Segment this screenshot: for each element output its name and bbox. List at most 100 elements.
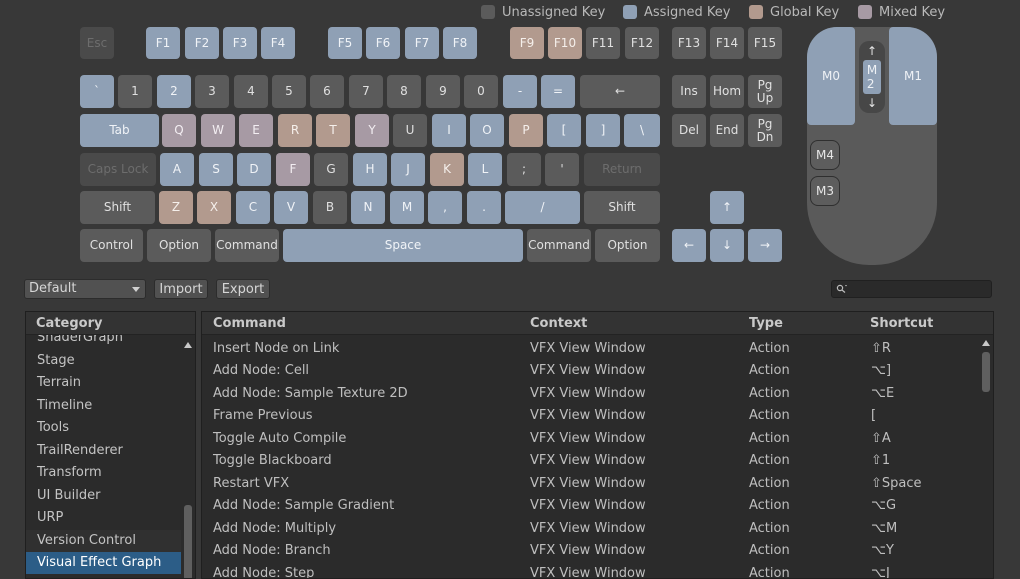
key-a[interactable]: A [160,153,194,186]
key-insert[interactable]: Ins [672,75,706,108]
key-left-shift[interactable]: Shift [80,191,155,224]
key-down-arrow[interactable]: ↓ [710,229,744,262]
scroll-up-arrow-icon[interactable] [982,340,990,346]
key-n[interactable]: N [351,191,385,224]
key-slash[interactable]: / [505,191,580,224]
mouse-button-m2[interactable]: M 2 [863,60,881,94]
category-item-stage[interactable]: Stage [26,350,181,372]
table-row[interactable]: Add Node: Cell VFX View Window Action ⌥] [202,359,959,381]
key-page-up[interactable]: Pg Up [748,75,782,108]
key-f9[interactable]: F9 [510,27,544,59]
table-row[interactable]: Add Node: Multiply VFX View Window Actio… [202,517,959,539]
key-8[interactable]: 8 [387,75,421,108]
key-g[interactable]: G [314,153,348,186]
profile-dropdown[interactable]: Default [24,279,146,299]
search-input[interactable] [850,281,988,297]
key-i[interactable]: I [432,114,466,147]
key-up-arrow[interactable]: ↑ [710,191,744,224]
key-right-bracket[interactable]: ] [586,114,620,147]
key-left-bracket[interactable]: [ [547,114,581,147]
key-w[interactable]: W [201,114,235,147]
key-space[interactable]: Space [283,229,523,262]
key-f1[interactable]: F1 [146,27,180,59]
key-f[interactable]: F [276,153,310,186]
key-7[interactable]: 7 [349,75,383,108]
key-d[interactable]: D [237,153,271,186]
mouse-button-m3[interactable]: M3 [810,176,840,206]
key-l[interactable]: L [468,153,502,186]
key-delete[interactable]: Del [672,114,706,147]
key-caps-lock[interactable]: Caps Lock [80,153,156,186]
category-item-urp[interactable]: URP [26,507,181,529]
key-q[interactable]: Q [162,114,196,147]
column-header-type[interactable]: Type [749,316,783,331]
key-f10[interactable]: F10 [548,27,582,59]
commands-scroll-thumb[interactable] [982,352,990,392]
category-item-transform[interactable]: Transform [26,462,181,484]
key-k[interactable]: K [430,153,464,186]
key-f8[interactable]: F8 [443,27,477,59]
key-right-command[interactable]: Command [527,229,591,262]
import-button[interactable]: Import [154,279,208,299]
table-row[interactable]: Restart VFX VFX View Window Action ⇧Spac… [202,472,959,494]
category-item-ui-builder[interactable]: UI Builder [26,485,181,507]
key-c[interactable]: C [236,191,270,224]
key-t[interactable]: T [316,114,350,147]
key-z[interactable]: Z [159,191,193,224]
key-f6[interactable]: F6 [366,27,400,59]
category-item-shadergraph[interactable]: ShaderGraph [26,335,181,349]
key-tab[interactable]: Tab [80,114,159,147]
table-row[interactable]: Toggle Auto Compile VFX View Window Acti… [202,427,959,449]
key-f14[interactable]: F14 [710,27,744,59]
mouse-button-m4[interactable]: M4 [810,140,840,170]
key-f2[interactable]: F2 [185,27,219,59]
key-quote[interactable]: ' [545,153,579,186]
key-backslash[interactable]: \ [624,114,660,147]
key-left-command[interactable]: Command [215,229,279,262]
key-right-arrow[interactable]: → [748,229,782,262]
key-r[interactable]: R [278,114,312,147]
key-1[interactable]: 1 [118,75,152,108]
key-backquote[interactable]: ` [80,75,114,108]
column-header-context[interactable]: Context [530,316,587,331]
column-header-shortcut[interactable]: Shortcut [870,316,933,331]
key-p[interactable]: P [509,114,543,147]
key-4[interactable]: 4 [234,75,268,108]
key-y[interactable]: Y [355,114,389,147]
key-return[interactable]: Return [584,153,660,186]
key-m[interactable]: M [390,191,424,224]
key-home[interactable]: Hom [710,75,744,108]
key-9[interactable]: 9 [426,75,460,108]
scroll-up-arrow-icon[interactable] [184,342,192,348]
mouse-button-m0[interactable]: M0 [807,27,855,125]
key-right-shift[interactable]: Shift [584,191,660,224]
table-row[interactable]: Toggle Blackboard VFX View Window Action… [202,449,959,471]
key-x[interactable]: X [197,191,231,224]
table-row[interactable]: Frame Previous VFX View Window Action [ [202,404,959,426]
key-b[interactable]: B [313,191,347,224]
key-h[interactable]: H [353,153,387,186]
category-item-version-control[interactable]: Version Control [26,530,181,552]
category-item-trailrenderer[interactable]: TrailRenderer [26,440,181,462]
key-comma[interactable]: , [428,191,462,224]
key-e[interactable]: E [239,114,273,147]
column-header-command[interactable]: Command [213,316,286,331]
key-f12[interactable]: F12 [625,27,659,59]
key-left-option[interactable]: Option [147,229,211,262]
search-field[interactable] [831,280,992,298]
key-f4[interactable]: F4 [261,27,295,59]
category-item-timeline[interactable]: Timeline [26,395,181,417]
table-row[interactable]: Insert Node on Link VFX View Window Acti… [202,337,959,359]
key-f15[interactable]: F15 [748,27,782,59]
key-u[interactable]: U [393,114,427,147]
key-end[interactable]: End [710,114,744,147]
key-f11[interactable]: F11 [586,27,620,59]
table-row[interactable]: Add Node: Branch VFX View Window Action … [202,539,959,561]
table-row[interactable]: Add Node: Step VFX View Window Action ⌥J [202,562,959,578]
key-f5[interactable]: F5 [328,27,362,59]
key-o[interactable]: O [470,114,504,147]
key-left-arrow[interactable]: ← [672,229,706,262]
export-button[interactable]: Export [216,279,270,299]
key-3[interactable]: 3 [195,75,229,108]
mouse-button-m1[interactable]: M1 [889,27,937,125]
